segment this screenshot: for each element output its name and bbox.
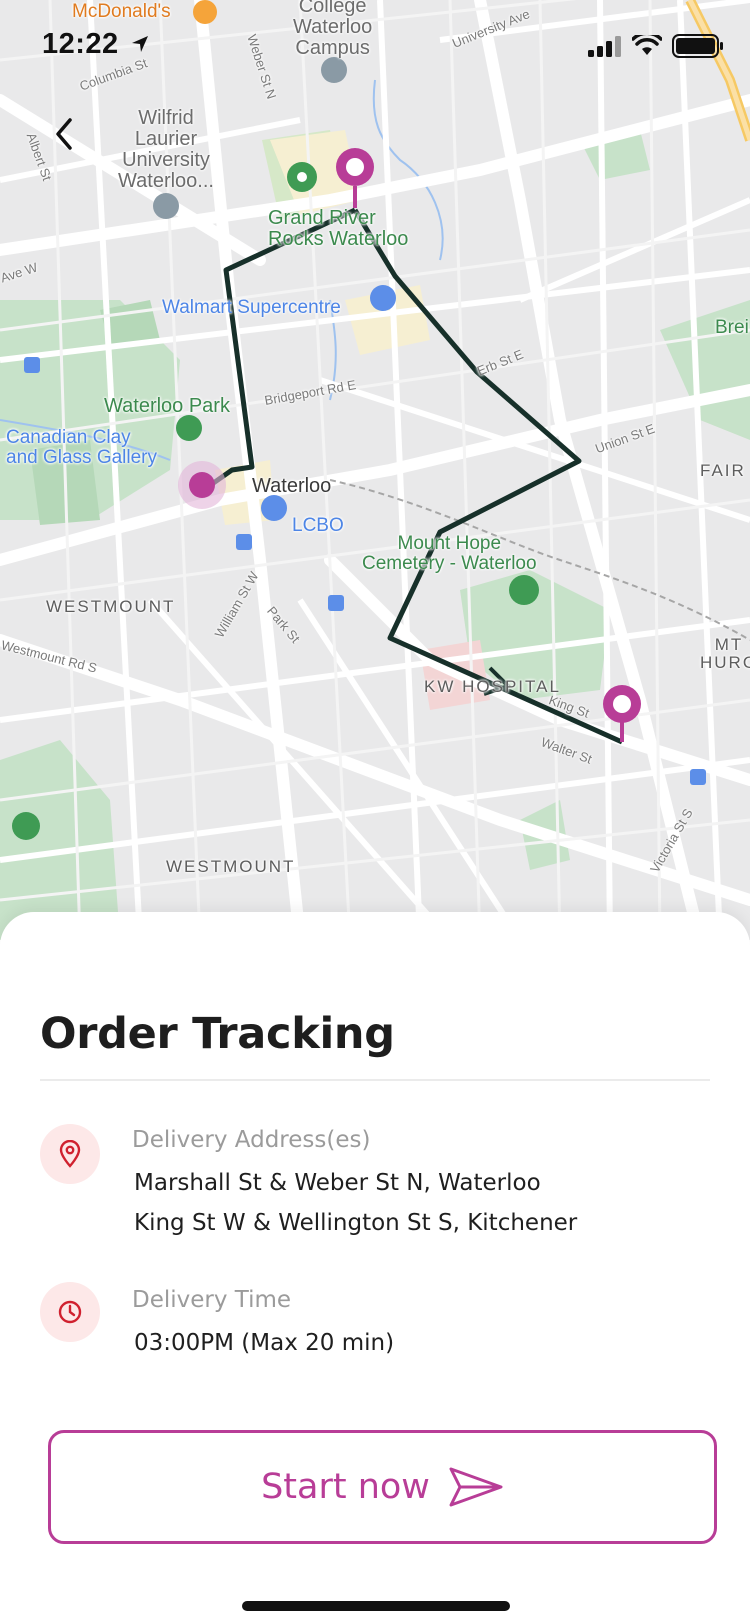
signal-icon [588, 36, 621, 57]
map-label-walmart: Walmart Supercentre [162, 297, 341, 318]
location-pin-icon [59, 1140, 81, 1168]
sheet-title: Order Tracking [40, 1009, 395, 1059]
map-label-wilfrid-laurier: Wilfrid Laurier University Waterloo... [118, 107, 214, 192]
clock-icon-badge [40, 1282, 100, 1342]
map-background [0, 0, 750, 940]
start-now-label: Start now [261, 1467, 430, 1507]
start-now-button[interactable]: Start now [48, 1430, 717, 1544]
map-label-fair: FAIR [700, 461, 746, 480]
current-location-marker [178, 461, 226, 509]
delivery-address-label: Delivery Address(es) [132, 1127, 371, 1153]
order-tracking-sheet: Order Tracking Delivery Address(es) Mars… [0, 912, 750, 1624]
delivery-time-value: 03:00PM (Max 20 min) [134, 1330, 395, 1356]
wifi-icon [632, 35, 662, 55]
map-label-kw-hospital: KW HOSPITAL [424, 677, 561, 696]
map-label-westmount-2: WESTMOUNT [166, 857, 296, 876]
map-label-waterloo: Waterloo [252, 475, 332, 497]
map-label-mt-hope: MT HURO [700, 635, 750, 672]
clock-icon [58, 1300, 82, 1324]
battery-icon [672, 34, 723, 58]
map-label-mount-hope: Mount Hope Cemetery - Waterloo [362, 533, 537, 574]
divider [40, 1079, 710, 1081]
map-label-brei: Brei [715, 317, 749, 338]
status-bar: 12:22 [0, 0, 750, 96]
status-time-text: 12:22 [42, 28, 119, 60]
delivery-address-2: King St W & Wellington St S, Kitchener [134, 1210, 578, 1236]
home-indicator [242, 1601, 510, 1611]
status-time: 12:22 [42, 28, 151, 61]
back-button[interactable] [40, 110, 88, 158]
map-label-waterloo-park: Waterloo Park [104, 395, 230, 417]
status-icons [588, 34, 724, 58]
map-label-westmount-1: WESTMOUNT [46, 597, 176, 616]
send-icon [449, 1467, 503, 1507]
route-map[interactable]: McDonald's College Waterloo Campus Wilfr… [0, 0, 750, 940]
location-arrow-icon [132, 36, 149, 52]
map-label-canadian-clay: Canadian Clay and Glass Gallery [6, 427, 158, 468]
delivery-time-label: Delivery Time [132, 1287, 292, 1313]
map-label-grand-river-rocks: Grand River Rocks Waterloo [268, 207, 409, 250]
chevron-left-icon [56, 118, 72, 150]
location-pin-icon-badge [40, 1124, 100, 1184]
delivery-address-1: Marshall St & Weber St N, Waterloo [134, 1170, 541, 1196]
map-label-lcbo: LCBO [292, 515, 344, 536]
